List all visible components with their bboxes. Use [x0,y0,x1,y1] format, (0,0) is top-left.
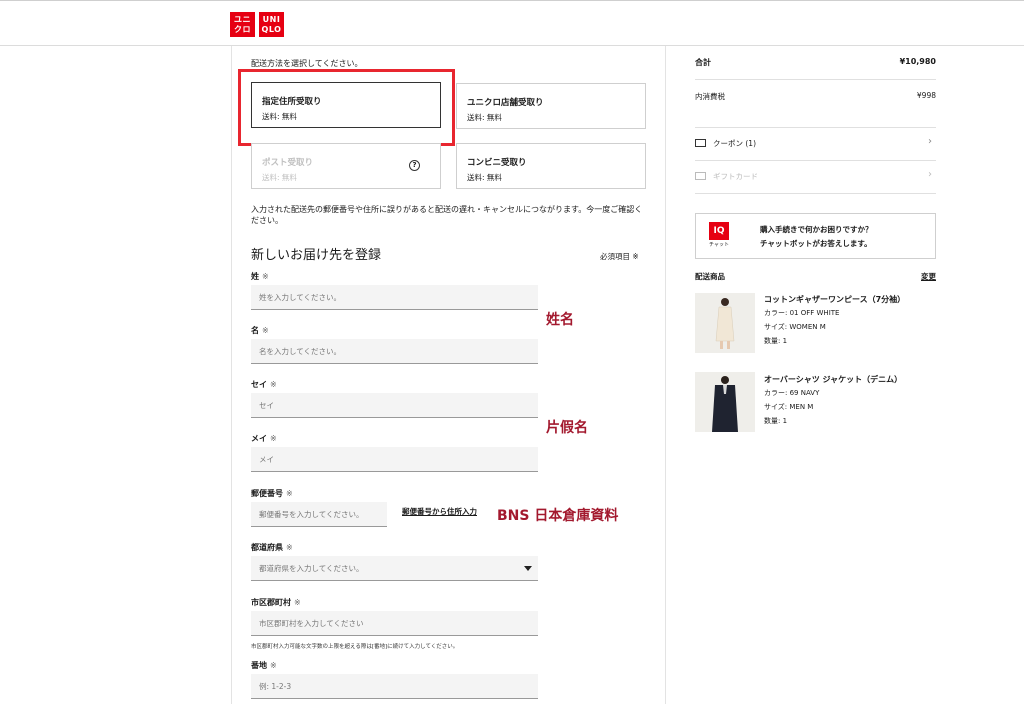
delivery-instruction: 配送方法を選択してください。 [251,59,363,68]
tax-value: ¥998 [916,91,936,100]
product-color: カラー: 01 OFF WHITE [764,309,840,317]
last-name-input[interactable] [251,285,538,310]
product-name: コットンギャザーワンピース（7分袖） [764,295,906,304]
label-last-name: 姓 ※ [251,272,269,281]
total-label: 合計 [695,58,711,67]
iq-logo: IQ [709,222,729,240]
total-row: 合計 ¥10,980 [695,57,936,68]
product-size: サイズ: MEN M [764,403,814,411]
option-fee: 送料: 無料 [467,113,502,122]
uniqlo-logo[interactable]: ユニ クロ UNI QLO [230,12,284,37]
option-fee: 送料: 無料 [262,173,297,182]
product-size: サイズ: WOMEN M [764,323,826,331]
label-street: 番地 ※ [251,661,277,670]
postal-field[interactable] [251,502,387,527]
logo-katakana: ユニ クロ [230,12,255,37]
product-color: カラー: 69 NAVY [764,389,820,397]
giftcard-row[interactable]: ギフトカード › [695,169,936,190]
city-field[interactable] [251,611,538,636]
option-fee: 送料: 無料 [467,173,502,182]
first-name-input[interactable] [251,339,538,364]
annotation-kana: 片假名 [546,420,588,436]
city-hint: 市区郡町村入力可能な文字数の上限を超える際は[番地]に続けて入力してください。 [251,644,459,650]
divider [695,193,936,194]
coupon-row[interactable]: クーポン (1) › [695,136,936,157]
label-city: 市区郡町村 ※ [251,598,301,607]
prefecture-select[interactable] [251,556,538,581]
kana-last-input[interactable] [251,393,538,418]
label-kana-first: メイ ※ [251,434,277,443]
iq-chat-icon: IQ チャット [709,222,729,250]
chevron-right-icon: › [928,169,932,180]
postal-lookup-link[interactable]: 郵便番号から住所入力 [402,506,477,517]
label-first-name: 名 ※ [251,326,269,335]
kana-first-input[interactable] [251,447,538,472]
highlight-box [238,69,455,146]
form-title: 新しいお届け先を登録 [251,248,382,263]
items-label: 配送商品 [695,272,725,281]
option-title: コンビニ受取り [467,158,527,168]
tax-label: 内消費税 [695,92,725,101]
required-note: 必須項目 ※ [600,252,639,261]
street-input[interactable] [251,674,538,699]
label-kana-last: セイ ※ [251,380,277,389]
right-divider [665,46,666,704]
label-postal: 郵便番号 ※ [251,489,293,498]
option-store-pickup[interactable]: ユニクロ店舗受取り 送料: 無料 [456,83,646,129]
site-header: ユニ クロ UNI QLO [0,1,1024,46]
help-subtitle: チャットボットがお答えします。 [760,239,872,248]
annotation-warehouse: BNS 日本倉庫資料 [497,508,619,524]
giftcard-label: ギフトカード [713,172,758,181]
logo-latin: UNI QLO [259,12,284,37]
annotation-name: 姓名 [546,312,574,328]
product-image[interactable] [695,372,755,432]
label-prefecture: 都道府県 ※ [251,543,293,552]
help-title: 購入手続きで何かお困りですか？ [760,225,873,234]
items-change-link[interactable]: 変更 [921,271,936,282]
chevron-right-icon: › [928,136,932,147]
tax-row: 内消費税 ¥998 [695,91,936,102]
option-post-pickup[interactable]: ポスト受取り 送料: 無料 ? [251,143,441,189]
street-field[interactable] [251,674,538,699]
product-qty: 数量: 1 [764,417,788,425]
first-name-field[interactable] [251,339,538,364]
left-divider [231,46,232,704]
divider [695,127,936,128]
product-name: オーバーシャツ ジャケット（デニム） [764,375,903,384]
total-value: ¥10,980 [899,57,936,66]
items-header: 配送商品 変更 [695,271,936,282]
kana-last-field[interactable] [251,393,538,418]
chat-help-box[interactable]: IQ チャット 購入手続きで何かお困りですか？ チャットボットがお答えします。 [695,213,936,259]
help-icon[interactable]: ? [409,160,420,171]
option-convenience-pickup[interactable]: コンビニ受取り 送料: 無料 [456,143,646,189]
divider [695,160,936,161]
city-input[interactable] [251,611,538,636]
iq-caption: チャット [709,242,729,248]
kana-first-field[interactable] [251,447,538,472]
giftcard-icon [695,172,706,180]
product-qty: 数量: 1 [764,337,788,345]
last-name-field[interactable] [251,285,538,310]
coupon-label: クーポン (1) [713,139,757,148]
postal-input[interactable] [251,502,387,527]
option-title: ユニクロ店舗受取り [467,98,544,108]
prefecture-input[interactable] [251,556,538,581]
chevron-down-icon [524,566,532,571]
address-notice: 入力された配送先の郵便番号や住所に誤りがあると配送の遅れ・キャンセルにつながりま… [251,205,643,225]
coupon-icon [695,139,706,147]
divider [695,79,936,80]
option-title: ポスト受取り [262,158,314,168]
product-image[interactable] [695,293,755,353]
